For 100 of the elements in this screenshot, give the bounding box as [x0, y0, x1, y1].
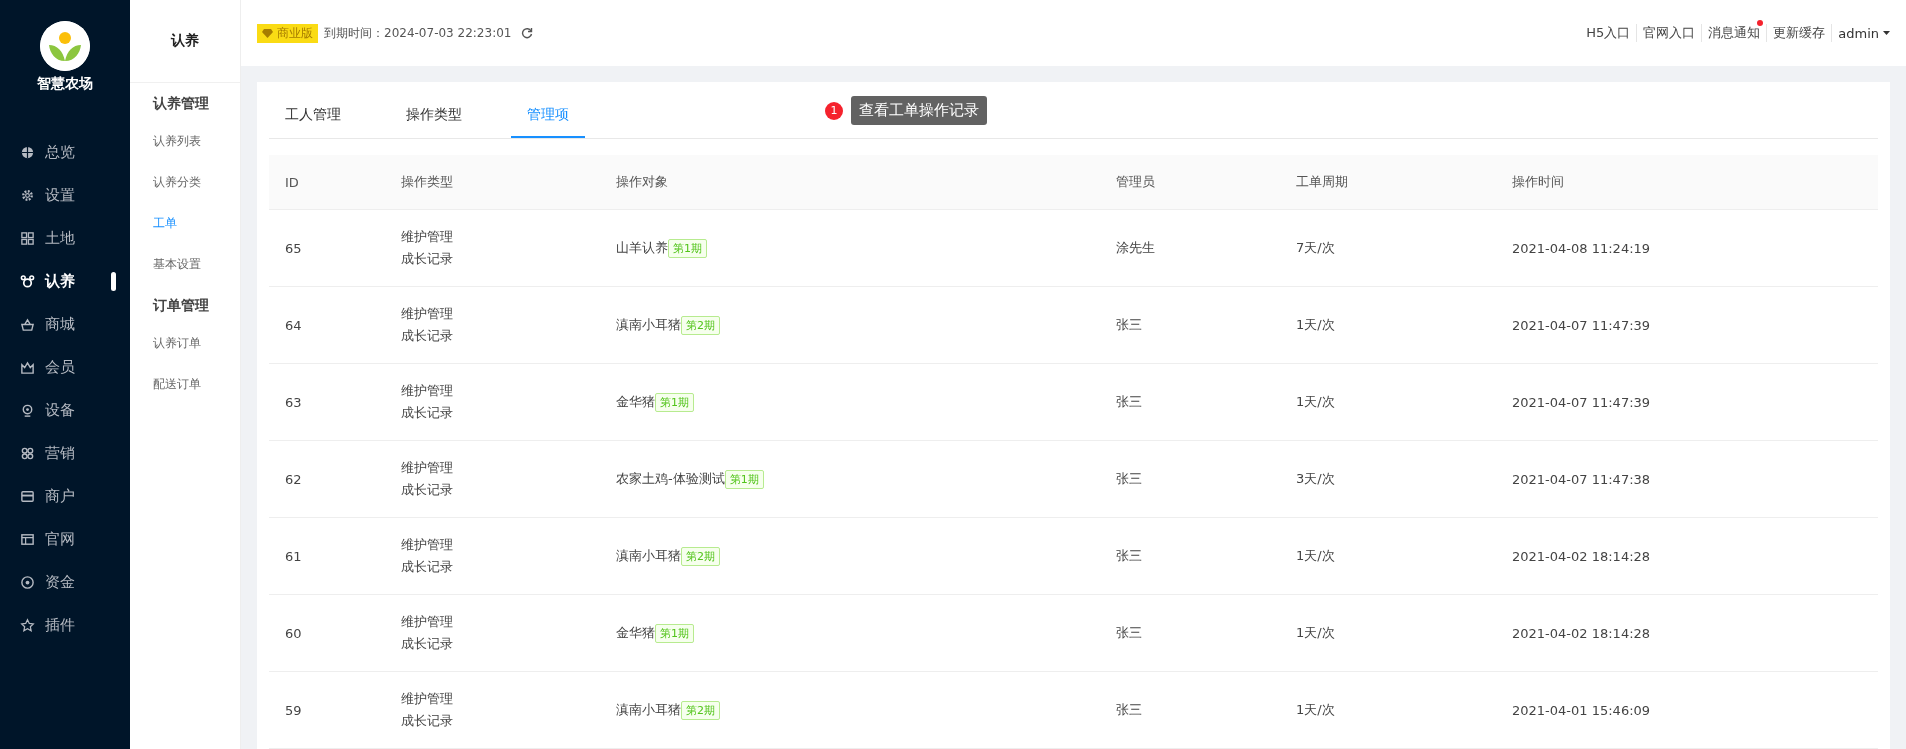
browser-icon — [20, 532, 35, 547]
table-cell-text: 维护管理 — [401, 536, 454, 554]
table-cell-text: 2021-04-02 18:14:28 — [1511, 548, 1652, 564]
column-header: 操作类型 — [400, 173, 454, 191]
table-cell-text: 张三 — [1115, 701, 1143, 719]
header-link[interactable]: 更新缓存 — [1767, 24, 1833, 42]
nav-item[interactable]: 会员 — [0, 346, 130, 389]
table-cell-text: 成长记录 — [401, 327, 454, 345]
table-cell-text: 维护管理 — [401, 459, 454, 477]
step-badge: 1 — [825, 101, 843, 120]
header-link[interactable]: H5入口 — [1580, 24, 1638, 42]
tab[interactable]: 工人管理 — [269, 106, 357, 138]
basket-icon — [20, 317, 35, 332]
period-tag: 第2期 — [681, 315, 720, 335]
nav-item[interactable]: 认养 — [0, 260, 130, 303]
nav-item[interactable]: 商户 — [0, 475, 130, 518]
table-cell-text: 维护管理 — [401, 690, 454, 708]
active-indicator — [111, 272, 116, 291]
table-cell-text: 成长记录 — [401, 635, 454, 653]
period-tag: 第2期 — [681, 546, 720, 566]
nav-item[interactable]: 资金 — [0, 561, 130, 604]
ball-icon — [20, 145, 35, 160]
submenu-item[interactable]: 认养订单 — [130, 323, 240, 364]
nav-item[interactable]: 营销 — [0, 432, 130, 475]
period-tag: 第1期 — [655, 623, 694, 643]
table-cell-text: 维护管理 — [401, 228, 454, 246]
table-cell-text: 成长记录 — [401, 404, 454, 422]
tab[interactable]: 操作类型 — [390, 106, 478, 138]
bear-icon — [20, 274, 35, 289]
table-cell-text: 2021-04-07 11:47:39 — [1511, 394, 1652, 410]
star-icon — [20, 618, 35, 633]
table-cell-text: 张三 — [1115, 470, 1143, 488]
submenu-title: 认养 — [130, 0, 240, 83]
grid-icon — [20, 231, 35, 246]
table-cell-text: 1天/次 — [1295, 701, 1336, 719]
table-cell-text: 成长记录 — [401, 712, 454, 730]
table-cell-text: 张三 — [1115, 547, 1143, 565]
period-tag: 第1期 — [655, 392, 694, 412]
table-cell-text: 张三 — [1115, 624, 1143, 642]
table-cell-text: 2021-04-07 11:47:38 — [1511, 471, 1652, 487]
target-icon — [20, 575, 35, 590]
table-cell: 金华猪 — [616, 624, 655, 642]
table-cell-text: 1天/次 — [1295, 624, 1336, 642]
submenu-group-title: 订单管理 — [151, 296, 210, 315]
user-menu[interactable]: admin — [1832, 25, 1890, 41]
table-cell-text: 61 — [284, 548, 303, 564]
period-tag: 第1期 — [668, 238, 707, 258]
nav-item[interactable]: 总览 — [0, 131, 130, 174]
table-cell-text: 1天/次 — [1295, 316, 1336, 334]
table-cell-text: 维护管理 — [401, 613, 454, 631]
column-header: 工单周期 — [1295, 173, 1349, 191]
table-cell-text: 维护管理 — [401, 305, 454, 323]
nav-item[interactable]: 设置 — [0, 174, 130, 217]
table-cell-text: 63 — [284, 394, 303, 410]
diamond-icon — [262, 28, 273, 38]
nav-item[interactable]: 设备 — [0, 389, 130, 432]
table-cell-text: 成长记录 — [401, 250, 454, 268]
submenu-group-title: 认养管理 — [151, 94, 210, 113]
table-cell-text: 59 — [284, 702, 303, 718]
logo-icon — [40, 21, 90, 71]
nav-item[interactable]: 官网 — [0, 518, 130, 561]
refresh-icon[interactable] — [521, 27, 534, 39]
column-header: 操作对象 — [615, 173, 669, 191]
column-header: 管理员 — [1115, 173, 1156, 191]
camera-icon — [20, 403, 35, 418]
table-cell-text: 3天/次 — [1295, 470, 1336, 488]
table-cell-text: 1天/次 — [1295, 393, 1336, 411]
header-link[interactable]: 消息通知 — [1702, 24, 1768, 42]
expiry-text: 到期时间：2024-07-03 22:23:01 — [324, 24, 512, 42]
header-link[interactable]: 官网入口 — [1637, 24, 1703, 42]
nav-item[interactable]: 商城 — [0, 303, 130, 346]
submenu-item[interactable]: 基本设置 — [130, 244, 240, 285]
submenu-item[interactable]: 配送订单 — [130, 364, 240, 405]
column-header: 操作时间 — [1511, 173, 1565, 191]
table-cell-text: 涂先生 — [1115, 239, 1156, 257]
table-cell-text: 1天/次 — [1295, 547, 1336, 565]
table-cell: 金华猪 — [616, 393, 655, 411]
nav-item[interactable]: 插件 — [0, 604, 130, 647]
gear-icon — [20, 188, 35, 203]
table-cell: 山羊认养 — [616, 239, 668, 257]
table-cell: 农家土鸡-体验测试 — [616, 470, 725, 488]
submenu-item[interactable]: 认养分类 — [130, 162, 240, 203]
table-cell-text: 60 — [284, 625, 303, 641]
column-header: ID — [284, 174, 300, 190]
nav-item[interactable]: 土地 — [0, 217, 130, 260]
caret-icon — [1883, 31, 1890, 35]
table-cell-text: 2021-04-02 18:14:28 — [1511, 625, 1652, 641]
table-cell-text: 2021-04-01 15:46:09 — [1511, 702, 1652, 718]
table-cell-text: 62 — [284, 471, 303, 487]
table-cell-text: 成长记录 — [401, 558, 454, 576]
table-cell-text: 65 — [284, 240, 303, 256]
table-cell: 滇南小耳猪 — [616, 316, 681, 334]
table-cell-text: 64 — [284, 317, 303, 333]
table-cell: 滇南小耳猪 — [616, 701, 681, 719]
crown-icon — [20, 360, 35, 375]
table-cell-text: 2021-04-08 11:24:19 — [1511, 240, 1652, 256]
tooltip: 查看工单操作记录 — [851, 96, 987, 125]
table-cell-text: 成长记录 — [401, 481, 454, 499]
table-cell-text: 张三 — [1115, 393, 1143, 411]
submenu-item[interactable]: 认养列表 — [130, 121, 240, 162]
